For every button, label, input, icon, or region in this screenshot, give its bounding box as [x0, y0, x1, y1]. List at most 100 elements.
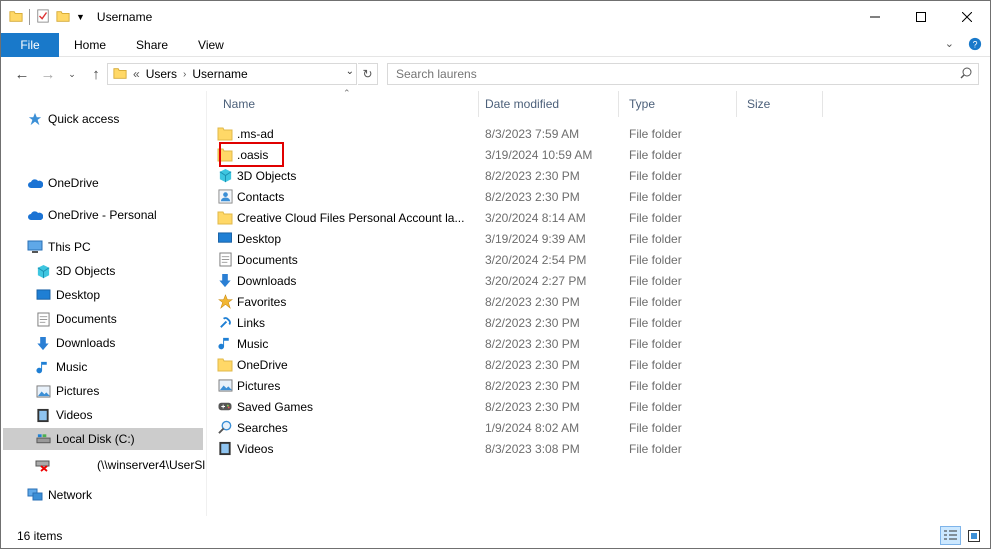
new-folder-icon[interactable]	[56, 9, 70, 26]
properties-icon[interactable]	[36, 8, 50, 26]
desktop-icon	[35, 287, 51, 303]
breadcrumb-users[interactable]: Users	[146, 67, 177, 81]
back-button[interactable]: ←	[11, 63, 33, 85]
column-header-type[interactable]: Type	[619, 91, 737, 117]
address-dropdown-icon[interactable]: ⌄	[346, 66, 354, 77]
breadcrumb-username[interactable]: Username	[192, 67, 247, 81]
nav-label: Documents	[56, 312, 117, 326]
file-name-cell[interactable]: Saved Games	[217, 399, 477, 415]
file-row[interactable]: OneDrive 8/2/2023 2:30 PM File folder	[217, 354, 817, 375]
file-date: 8/3/2023 3:08 PM	[485, 441, 580, 456]
nav-quick-access[interactable]: Quick access	[27, 108, 119, 130]
file-row[interactable]: .oasis 3/19/2024 10:59 AM File folder	[217, 144, 817, 165]
breadcrumb-overflow[interactable]: «	[133, 67, 140, 81]
file-name-cell[interactable]: Desktop	[217, 231, 477, 247]
file-name-cell[interactable]: Creative Cloud Files Personal Account la…	[217, 210, 477, 226]
file-name-cell[interactable]: Documents	[217, 252, 477, 268]
nav-music[interactable]: Music	[35, 356, 87, 378]
nav-downloads[interactable]: Downloads	[35, 332, 115, 354]
nav-desktop[interactable]: Desktop	[35, 284, 100, 306]
file-date: 8/2/2023 2:30 PM	[485, 168, 580, 183]
file-row[interactable]: Searches 1/9/2024 8:02 AM File folder	[217, 417, 817, 438]
file-name-cell[interactable]: Downloads	[217, 273, 477, 289]
chevron-right-icon[interactable]: ›	[183, 69, 186, 80]
file-date: 3/20/2024 2:54 PM	[485, 252, 587, 267]
up-button[interactable]: ↑	[85, 63, 107, 85]
file-name-cell[interactable]: 3D Objects	[217, 168, 477, 184]
file-row[interactable]: Contacts 8/2/2023 2:30 PM File folder	[217, 186, 817, 207]
file-name: Favorites	[237, 294, 287, 309]
file-row[interactable]: Downloads 3/20/2024 2:27 PM File folder	[217, 270, 817, 291]
file-name: Pictures	[237, 378, 281, 393]
file-name-cell[interactable]: Contacts	[217, 189, 477, 205]
pictures-icon	[35, 383, 51, 399]
refresh-button[interactable]: ↻	[358, 63, 378, 85]
tab-file[interactable]: File	[1, 32, 59, 57]
item-count: 16 items	[17, 529, 63, 543]
file-name-cell[interactable]: Music	[217, 336, 477, 352]
file-row[interactable]: Pictures 8/2/2023 2:30 PM File folder	[217, 375, 817, 396]
file-row[interactable]: 3D Objects 8/2/2023 2:30 PM File folder	[217, 165, 817, 186]
search-box[interactable]	[387, 63, 979, 85]
status-bar: 16 items	[1, 524, 990, 548]
nav-label: Pictures	[56, 384, 100, 398]
file-name-cell[interactable]: Pictures	[217, 378, 477, 394]
nav-documents[interactable]: Documents	[35, 308, 117, 330]
file-date: 8/2/2023 2:30 PM	[485, 378, 580, 393]
file-type: File folder	[629, 126, 682, 141]
close-button[interactable]	[944, 1, 990, 33]
nav-3d-objects[interactable]: 3D Objects	[35, 260, 115, 282]
quick-access-toolbar: ▼	[9, 8, 85, 26]
file-row[interactable]: .ms-ad 8/3/2023 7:59 AM File folder	[217, 123, 817, 144]
file-type: File folder	[629, 357, 682, 372]
file-row[interactable]: Favorites 8/2/2023 2:30 PM File folder	[217, 291, 817, 312]
file-name-cell[interactable]: Links	[217, 315, 477, 331]
nav-label: Local Disk (C:)	[56, 432, 135, 446]
recent-locations-button[interactable]: ⌄	[61, 63, 83, 85]
column-header-name[interactable]: Name	[213, 91, 479, 117]
tab-home[interactable]: Home	[59, 33, 121, 57]
file-row[interactable]: Desktop 3/19/2024 9:39 AM File folder	[217, 228, 817, 249]
minimize-button[interactable]	[852, 1, 898, 33]
nav-network-drive[interactable]: (\\winserver4\UserSl	[35, 454, 205, 476]
gamepad-icon	[217, 399, 233, 415]
file-row[interactable]: Saved Games 8/2/2023 2:30 PM File folder	[217, 396, 817, 417]
file-row[interactable]: Creative Cloud Files Personal Account la…	[217, 207, 817, 228]
nav-onedrive[interactable]: OneDrive	[27, 172, 99, 194]
file-name-cell[interactable]: .ms-ad	[217, 126, 477, 142]
expand-ribbon-icon[interactable]: ⌄	[945, 37, 954, 54]
forward-button[interactable]: →	[37, 63, 59, 85]
maximize-button[interactable]	[898, 1, 944, 33]
file-name-cell[interactable]: Searches	[217, 420, 477, 436]
nav-this-pc[interactable]: This PC	[27, 236, 91, 258]
large-icons-view-button[interactable]	[963, 526, 984, 545]
disconnected-drive-icon	[35, 457, 51, 473]
network-icon	[27, 487, 43, 503]
address-bar[interactable]: « Users › Username ⌄	[107, 63, 357, 85]
file-row[interactable]: Videos 8/3/2023 3:08 PM File folder	[217, 438, 817, 459]
tab-view[interactable]: View	[183, 33, 239, 57]
customize-toolbar-icon[interactable]: ▼	[76, 12, 85, 22]
nav-local-disk[interactable]: Local Disk (C:)	[3, 428, 203, 450]
nav-onedrive-personal[interactable]: OneDrive - Personal	[27, 204, 157, 226]
file-row[interactable]: Documents 3/20/2024 2:54 PM File folder	[217, 249, 817, 270]
file-date: 8/2/2023 2:30 PM	[485, 189, 580, 204]
file-date: 8/2/2023 2:30 PM	[485, 315, 580, 330]
ribbon-tabs: File Home Share View ⌄ ?	[1, 32, 990, 57]
column-header-size[interactable]: Size	[737, 91, 823, 117]
file-name-cell[interactable]: OneDrive	[217, 357, 477, 373]
nav-pictures[interactable]: Pictures	[35, 380, 99, 402]
help-icon[interactable]: ?	[968, 37, 982, 54]
pictures-icon	[217, 378, 233, 394]
file-name-cell[interactable]: Favorites	[217, 294, 477, 310]
tab-share[interactable]: Share	[121, 33, 183, 57]
file-name: Creative Cloud Files Personal Account la…	[237, 210, 465, 225]
details-view-button[interactable]	[940, 526, 961, 545]
nav-videos[interactable]: Videos	[35, 404, 92, 426]
file-name-cell[interactable]: Videos	[217, 441, 477, 457]
file-row[interactable]: Links 8/2/2023 2:30 PM File folder	[217, 312, 817, 333]
file-row[interactable]: Music 8/2/2023 2:30 PM File folder	[217, 333, 817, 354]
search-input[interactable]	[396, 67, 936, 81]
nav-network[interactable]: Network	[27, 484, 92, 506]
column-header-date[interactable]: Date modified	[475, 91, 619, 117]
